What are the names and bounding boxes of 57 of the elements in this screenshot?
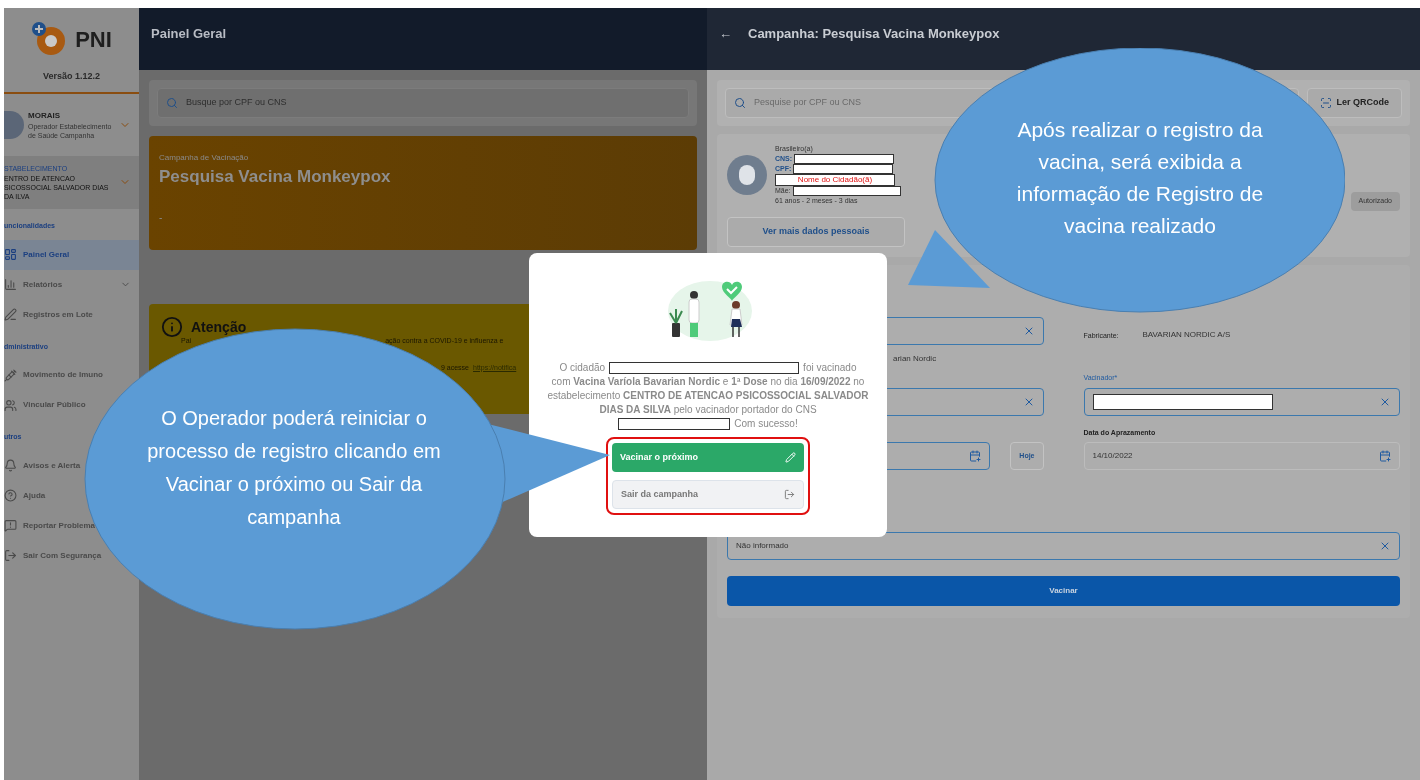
sidebar-item[interactable]: Relatórios bbox=[4, 269, 139, 300]
close-icon[interactable] bbox=[1379, 540, 1391, 552]
logo-icon bbox=[31, 22, 68, 56]
calendar-icon[interactable] bbox=[1379, 450, 1391, 462]
pen-icon bbox=[4, 308, 17, 321]
sidebar-item[interactable]: Vincular Público bbox=[4, 390, 139, 420]
campaign-title: Pesquisa Vacina Monkeypox bbox=[159, 166, 392, 188]
sidebar-item[interactable]: Sair Com Segurança bbox=[4, 540, 139, 571]
page-title: Painel Geral bbox=[151, 25, 227, 43]
version-text: Versão 1.12.2 bbox=[42, 70, 100, 83]
vaccinate-next-button[interactable]: Vacinar o próximo bbox=[612, 443, 804, 472]
citizen-name: Nome do Cidadão(ã) bbox=[775, 174, 895, 186]
sidebar-item[interactable]: Registros em Lote bbox=[4, 299, 139, 330]
dialog-message: com Vacina Varíola Bavarian Nordic e 1ª Dose no dia 16/09/2022 no estabelecimento CENTRO DE ATENCAO PSICOSSOCIAL SALVADOR DIAS DA SILVA pelo vacinador portador do CNS bbox=[546, 375, 870, 417]
vaccine-text: arian Nordic bbox=[892, 353, 938, 365]
input-field[interactable] bbox=[1083, 387, 1400, 416]
more-data-button[interactable]: Ver mais dados pessoais bbox=[727, 217, 905, 247]
qr-code-icon bbox=[1320, 97, 1333, 109]
pencil-icon bbox=[785, 452, 796, 463]
users-icon bbox=[4, 398, 17, 412]
panel-title: Campanha: Pesquisa Vacina Monkeypox bbox=[748, 25, 1000, 43]
user-avatar bbox=[4, 110, 24, 139]
vaccinate-button[interactable]: Vacinar bbox=[727, 576, 1400, 606]
callout-text: Após realizar o registro da vacina, será exibida a informação de Registro de vacina realizado bbox=[1015, 117, 1265, 239]
exit-campaign-button[interactable]: Sair da campanha bbox=[612, 480, 804, 509]
avatar-icon bbox=[727, 154, 767, 195]
bell-icon bbox=[4, 459, 17, 472]
sidebar-item[interactable]: Movimento de Imuno bbox=[4, 360, 139, 390]
manufacturer-value: BAVARIAN NORDIC A/S bbox=[1142, 329, 1231, 341]
campaign-label: Campanha de Vacinação bbox=[159, 152, 250, 164]
campaign-note: - bbox=[159, 210, 164, 225]
logo-text: PNI bbox=[75, 25, 112, 54]
user-name: MORAIS bbox=[28, 109, 61, 122]
sidebar-item[interactable]: Painel Geral bbox=[4, 239, 139, 270]
back-arrow[interactable]: ← bbox=[719, 24, 732, 44]
bar-chart-icon bbox=[4, 278, 17, 291]
message-icon bbox=[4, 519, 17, 532]
qr-code-button[interactable]: Ler QRCode bbox=[1307, 88, 1402, 118]
logout-icon bbox=[4, 549, 17, 562]
dialog-message: Com sucesso! bbox=[734, 417, 798, 431]
sidebar-item[interactable]: Ajuda bbox=[4, 480, 139, 511]
dashboard-icon bbox=[4, 248, 17, 261]
syringe-icon bbox=[4, 368, 17, 382]
callout-text: O Operador poderá reiniciar o processo de registro clicando em Vacinar o próximo ou Sair da campanha bbox=[146, 406, 442, 530]
date-field[interactable]: 14/10/2022 bbox=[1083, 442, 1400, 470]
info-icon bbox=[161, 316, 183, 338]
search-icon bbox=[734, 97, 746, 109]
logout-icon bbox=[784, 489, 795, 500]
dialog-message: O cidadão bbox=[559, 361, 606, 375]
calendar-icon[interactable] bbox=[969, 450, 982, 462]
dialog-message: foi vacinado bbox=[803, 361, 857, 375]
search-icon bbox=[166, 97, 178, 109]
help-icon bbox=[4, 489, 17, 502]
sidebar-item[interactable]: Avisos e Alerta bbox=[4, 450, 139, 481]
field-value: Não informado bbox=[736, 540, 789, 552]
alert-title: Atenção bbox=[191, 317, 247, 337]
sidebar-item[interactable]: Reportar Problema bbox=[4, 510, 139, 541]
